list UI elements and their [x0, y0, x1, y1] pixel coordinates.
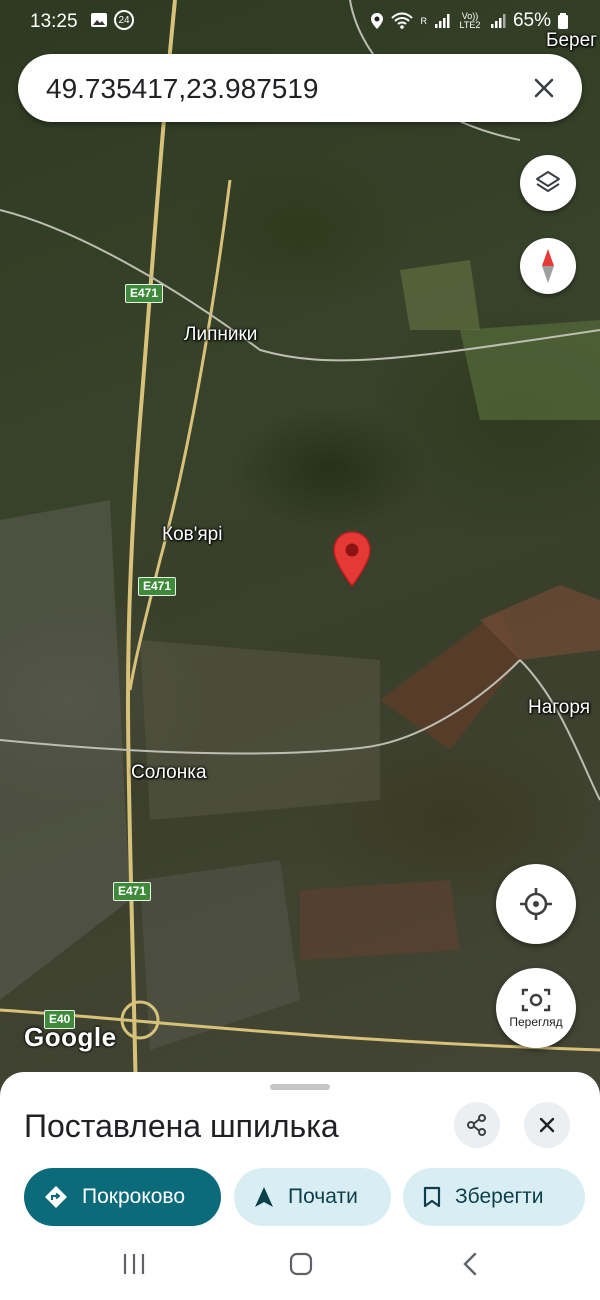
- sheet-title: Поставлена шпилька: [24, 1108, 339, 1144]
- directions-icon: [45, 1186, 67, 1208]
- my-location-button[interactable]: [496, 864, 576, 944]
- gallery-icon: [91, 13, 107, 27]
- sim-label: R: [420, 15, 427, 26]
- home-icon[interactable]: [289, 1252, 313, 1276]
- search-query[interactable]: 49.735417,23.987519: [46, 73, 319, 105]
- place-label-nahoriany[interactable]: Нагоря: [528, 697, 590, 719]
- signal-icon: [490, 14, 506, 28]
- route-shield-e471: E471: [125, 284, 164, 303]
- location-icon: [371, 13, 384, 29]
- start-button[interactable]: Почати: [234, 1168, 391, 1226]
- dropped-pin-icon[interactable]: [332, 530, 372, 588]
- signal-icon: [434, 14, 450, 28]
- place-label-kovyari[interactable]: Ков'ярі: [162, 524, 222, 546]
- camera-scan-icon: [521, 988, 551, 1012]
- place-label-lypnyky[interactable]: Липники: [184, 324, 257, 346]
- wifi-icon: [391, 12, 414, 29]
- close-icon: [539, 1117, 555, 1133]
- layers-button[interactable]: [520, 155, 576, 211]
- bookmark-icon: [423, 1186, 441, 1208]
- close-sheet-button[interactable]: [524, 1102, 570, 1148]
- layers-icon: [536, 171, 560, 192]
- back-icon[interactable]: [460, 1252, 480, 1276]
- close-icon[interactable]: [528, 72, 560, 104]
- route-shield-e471: E471: [138, 577, 177, 596]
- share-icon: [467, 1114, 486, 1136]
- notification-badge-icon: 24: [114, 10, 134, 30]
- compass-button[interactable]: [520, 238, 576, 294]
- lens-review-label: Перегляд: [509, 1015, 563, 1029]
- recent-apps-icon[interactable]: [121, 1252, 147, 1276]
- share-button[interactable]: [454, 1102, 500, 1148]
- route-shield-e471: E471: [113, 882, 152, 901]
- battery-icon: [558, 13, 568, 29]
- save-label: Зберегти: [455, 1185, 544, 1208]
- start-label: Почати: [288, 1185, 358, 1208]
- drag-handle[interactable]: [270, 1084, 330, 1090]
- directions-label: Покроково: [82, 1185, 186, 1208]
- status-bar: 13:25 24 R Vo)) LTE2 65%: [0, 0, 600, 46]
- lens-review-button[interactable]: Перегляд: [496, 968, 576, 1048]
- search-bar[interactable]: 49.735417,23.987519: [18, 54, 582, 122]
- battery-percent: 65%: [512, 10, 551, 31]
- volte-label: Vo)) LTE2: [459, 11, 481, 30]
- compass-icon: [542, 249, 554, 283]
- google-attribution-logo: Google: [24, 1022, 117, 1052]
- place-label-solonka[interactable]: Солонка: [131, 762, 207, 784]
- navigation-arrow-icon: [255, 1187, 273, 1207]
- directions-button[interactable]: Покроково: [24, 1168, 221, 1226]
- save-button[interactable]: Зберегти: [403, 1168, 585, 1226]
- crosshair-icon: [520, 888, 552, 920]
- clock: 13:25: [30, 11, 78, 32]
